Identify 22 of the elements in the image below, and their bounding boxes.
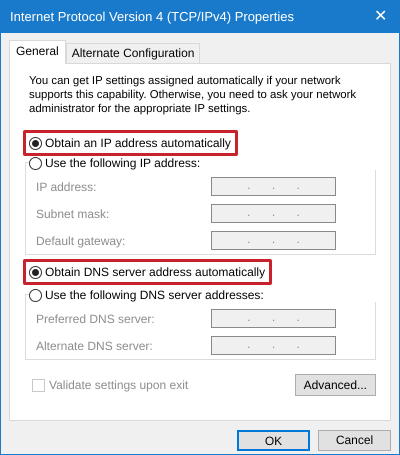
intro-text: You can get IP settings assigned automatically if your network supports this capability. Otherwise, you need to ask your network administrator for the appropriate IP settings. [29, 74, 358, 116]
option-label: Obtain DNS server address automatically [45, 265, 266, 279]
radio-button[interactable] [29, 136, 42, 150]
window-title: Internet Protocol Version 4 (TCP/IPv4) Properties [10, 8, 294, 26]
option-label: Obtain an IP address automatically [45, 136, 231, 150]
tab[interactable]: General [9, 40, 66, 64]
field-label: Alternate DNS server: [36, 338, 153, 354]
field-label: Subnet mask: [36, 206, 110, 222]
radio-button[interactable] [29, 266, 42, 278]
checkbox-label: Validate settings upon exit [49, 377, 188, 394]
dialog-button[interactable]: OK [237, 430, 310, 451]
radio-button[interactable] [29, 288, 42, 302]
dialog-button[interactable]: Cancel [318, 430, 391, 451]
tab[interactable]: Alternate Configuration [66, 43, 200, 63]
advanced-button[interactable]: Advanced... [294, 374, 376, 396]
field-label: Default gateway: [36, 232, 126, 250]
option-label: Use the following IP address: [45, 156, 200, 170]
option-label: Use the following DNS server addresses: [45, 288, 264, 302]
field-label: Preferred DNS server: [36, 310, 155, 328]
field-label: IP address: [36, 178, 96, 196]
close-button[interactable]: ✕ [370, 9, 391, 25]
radio-button[interactable] [29, 156, 42, 170]
